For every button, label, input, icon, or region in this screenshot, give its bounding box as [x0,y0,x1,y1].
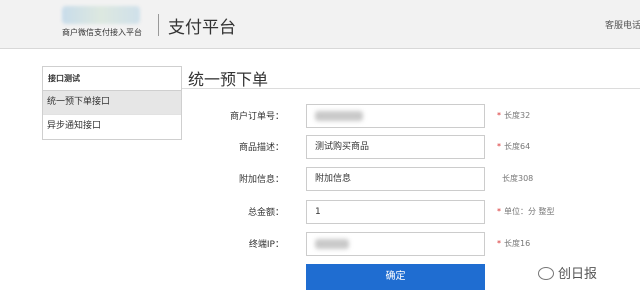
required-star: * [497,142,501,151]
order-number-hint-text: 长度32 [504,111,531,120]
redacted-value [315,238,349,249]
sidebar-heading: 接口测试 [43,67,181,91]
description-input[interactable]: 测试购买商品 [306,135,485,159]
page-title: 统一预下单 [188,70,269,89]
terminal-ip-hint-text: 长度16 [504,239,531,248]
attach-hint: 长度308 [502,174,534,183]
attach-input[interactable]: 附加信息 [306,167,485,191]
sidebar: 接口测试 统一预下单接口 异步通知接口 [42,66,182,140]
total-label: 总金额： [247,208,284,218]
form-row-order-number: 商户订单号： * 长度32 [0,104,640,128]
order-number-hint: * 长度32 [497,110,530,121]
logo-image [62,6,140,24]
order-number-label: 商户订单号： [229,112,284,122]
description-label: 商品描述： [238,143,284,153]
terminal-ip-input[interactable] [306,232,485,256]
form-row-attach: 附加信息： 附加信息 长度308 [0,167,640,191]
terminal-ip-label: 终端IP： [248,240,284,250]
form-row-terminal-ip: 终端IP： * 长度16 [0,232,640,256]
required-star: * [497,111,501,120]
submit-button[interactable]: 确定 [306,264,485,290]
attach-label: 附加信息： [238,175,284,185]
wechat-icon [538,267,554,280]
brand-divider [158,14,159,36]
total-input[interactable]: 1 [306,200,485,224]
watermark-text: 创日报 [558,267,598,282]
redacted-value [315,110,363,121]
form-row-total: 总金额： 1 * 单位：分 整型 [0,200,640,224]
description-hint-text: 长度64 [504,142,531,151]
description-hint: * 长度64 [497,141,530,152]
required-star: * [497,239,501,248]
brand-title: 支付平台 [168,18,236,38]
title-divider [182,88,640,89]
form-row-description: 商品描述： 测试购买商品 * 长度64 [0,135,640,159]
total-hint-text: 单位：分 整型 [504,207,555,216]
total-hint: * 单位：分 整型 [497,206,555,217]
order-number-input[interactable] [306,104,485,128]
required-star: * [497,207,501,216]
top-header: 商户微信支付接入平台 支付平台 客服电话 [0,0,640,49]
watermark: 创日报 [538,263,597,282]
terminal-ip-hint: * 长度16 [497,238,530,249]
logo-subtitle: 商户微信支付接入平台 [62,28,142,37]
customer-service-link[interactable]: 客服电话 [605,18,640,31]
